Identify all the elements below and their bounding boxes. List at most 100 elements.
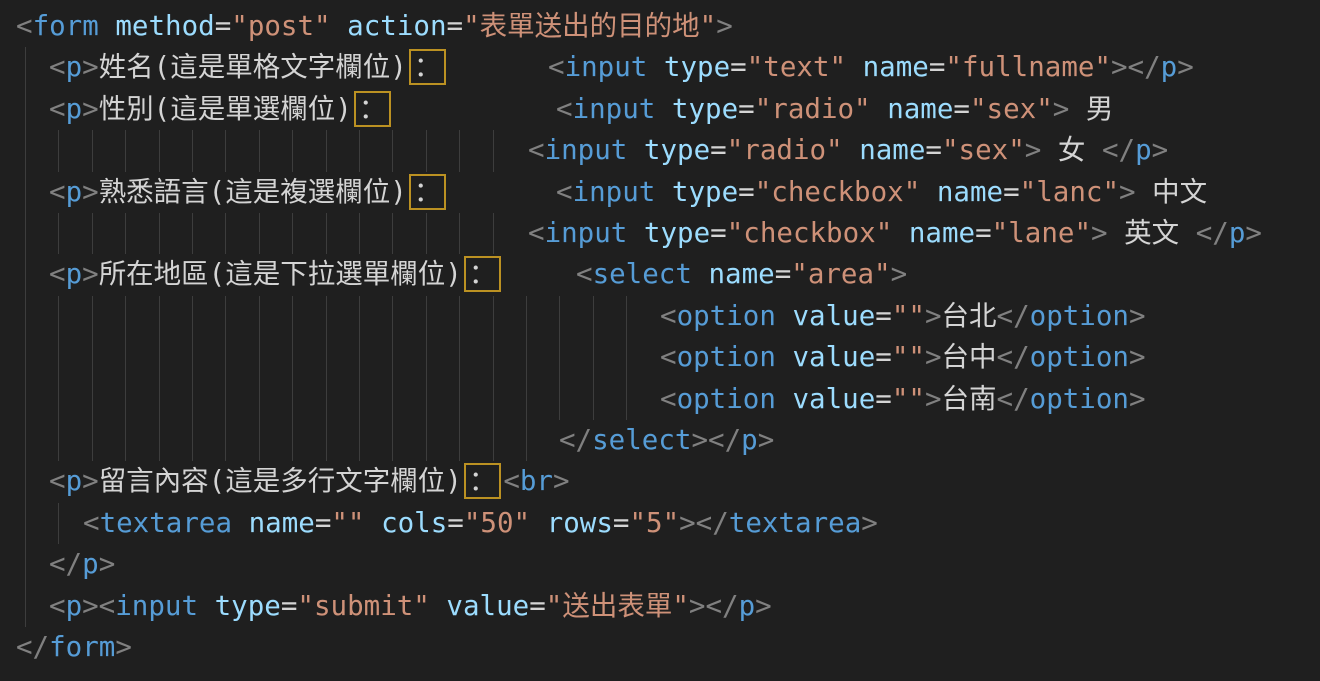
code-token: option	[677, 300, 776, 332]
code-token: "5"	[629, 507, 679, 539]
code-token: value	[792, 300, 875, 332]
code-editor[interactable]: <form method="post" action="表單送出的目的地"><p…	[0, 0, 1320, 681]
code-token: name	[937, 176, 1003, 208]
code-segment: <p>所在地區(這是下拉選單欄位)：	[49, 254, 503, 295]
code-token: "lanc"	[1020, 176, 1119, 208]
indent-guide	[493, 379, 494, 420]
code-line[interactable]: </select></p>	[0, 420, 1320, 461]
code-token: >	[99, 548, 116, 580]
code-token: 女	[1041, 134, 1102, 166]
code-token: form	[33, 10, 99, 42]
code-token: type	[664, 51, 730, 83]
code-token: type	[644, 134, 710, 166]
code-token: <	[49, 176, 66, 208]
indent-guide	[392, 296, 393, 337]
code-token: ></	[679, 507, 729, 539]
code-line[interactable]: <p>所在地區(這是下拉選單欄位)：<select name="area">	[0, 254, 1320, 295]
code-line[interactable]: </form>	[0, 627, 1320, 668]
indent-guide	[25, 420, 26, 461]
code-token: "radio"	[727, 134, 843, 166]
code-token: p	[739, 590, 756, 622]
code-line[interactable]: <p>熟悉語言(這是複選欄位)：<input type="checkbox" n…	[0, 172, 1320, 213]
code-token: ></	[691, 424, 741, 456]
code-token: "checkbox"	[727, 217, 893, 249]
indent-guide	[58, 503, 59, 544]
code-line[interactable]: </p>	[0, 544, 1320, 585]
code-token	[232, 507, 249, 539]
code-token: type	[672, 176, 738, 208]
indent-guide	[292, 379, 293, 420]
code-token: =	[710, 134, 727, 166]
code-line[interactable]: <p>姓名(這是單格文字欄位)：<input type="text" name=…	[0, 47, 1320, 88]
code-token: input	[545, 217, 628, 249]
indent-guide	[25, 89, 26, 130]
code-token: "lane"	[992, 217, 1091, 249]
code-line[interactable]: <input type="checkbox" name="lane"> 英文 <…	[0, 213, 1320, 254]
code-token: type	[215, 590, 281, 622]
code-line[interactable]: <p>留言內容(這是多行文字欄位)：<br>	[0, 461, 1320, 502]
unicode-highlight-box: ：	[409, 49, 447, 85]
code-token: option	[677, 383, 776, 415]
code-line[interactable]: <form method="post" action="表單送出的目的地">	[0, 6, 1320, 47]
code-token: <	[660, 341, 677, 373]
code-line[interactable]: <option value="">台中</option>	[0, 337, 1320, 378]
unicode-highlight-box: ：	[464, 463, 502, 499]
code-token: >	[925, 383, 942, 415]
code-token: p	[82, 548, 99, 580]
code-line[interactable]: <option value="">台北</option>	[0, 296, 1320, 337]
code-token: </	[997, 341, 1030, 373]
code-token: <	[548, 51, 565, 83]
code-line[interactable]: <input type="radio" name="sex"> 女 </p>	[0, 130, 1320, 171]
code-token: p	[66, 590, 83, 622]
indent-guide	[426, 296, 427, 337]
code-token: >	[1119, 176, 1136, 208]
indent-guide	[426, 379, 427, 420]
indent-guide	[25, 337, 26, 378]
indent-guide	[426, 337, 427, 378]
code-token: name	[859, 134, 925, 166]
code-token	[920, 176, 937, 208]
indent-guide	[593, 296, 594, 337]
code-token: p	[66, 176, 83, 208]
indent-guide	[25, 461, 26, 502]
indent-guide	[259, 213, 260, 254]
code-token: p	[1229, 217, 1246, 249]
indent-guide	[259, 337, 260, 378]
code-token: input	[545, 134, 628, 166]
code-token: ""	[892, 300, 925, 332]
code-token: input	[115, 590, 198, 622]
code-token: =	[215, 10, 232, 42]
code-token: select	[593, 258, 692, 290]
code-token: p	[66, 93, 83, 125]
indent-guide	[359, 379, 360, 420]
code-token: >	[716, 10, 733, 42]
code-token: >	[891, 258, 908, 290]
code-token: =	[738, 93, 755, 125]
code-segment: </select></p>	[559, 420, 774, 461]
code-token: =	[925, 134, 942, 166]
indent-guide	[593, 379, 594, 420]
indent-guide	[25, 379, 26, 420]
indent-guide	[559, 296, 560, 337]
code-token: p	[66, 465, 83, 497]
code-token	[776, 383, 793, 415]
code-segment: <option value="">台中</option>	[660, 337, 1146, 378]
code-token: name	[909, 217, 975, 249]
code-token: </	[997, 300, 1030, 332]
code-token: input	[573, 93, 656, 125]
code-line[interactable]: <option value="">台南</option>	[0, 379, 1320, 420]
code-token: textarea	[100, 507, 232, 539]
code-token: "post"	[231, 10, 330, 42]
indent-guide	[426, 420, 427, 461]
indent-guide	[159, 337, 160, 378]
code-token: p	[66, 258, 83, 290]
indent-guide	[125, 130, 126, 171]
indent-guide	[593, 337, 594, 378]
code-line[interactable]: <p><input type="submit" value="送出表單"></p…	[0, 586, 1320, 627]
indent-guide	[25, 130, 26, 171]
code-line[interactable]: <p>性別(這是單選欄位)：<input type="radio" name="…	[0, 89, 1320, 130]
code-token: =	[529, 590, 546, 622]
code-line[interactable]: <textarea name="" cols="50" rows="5"></t…	[0, 503, 1320, 544]
indent-guide	[225, 420, 226, 461]
code-token: 英文	[1108, 217, 1196, 249]
